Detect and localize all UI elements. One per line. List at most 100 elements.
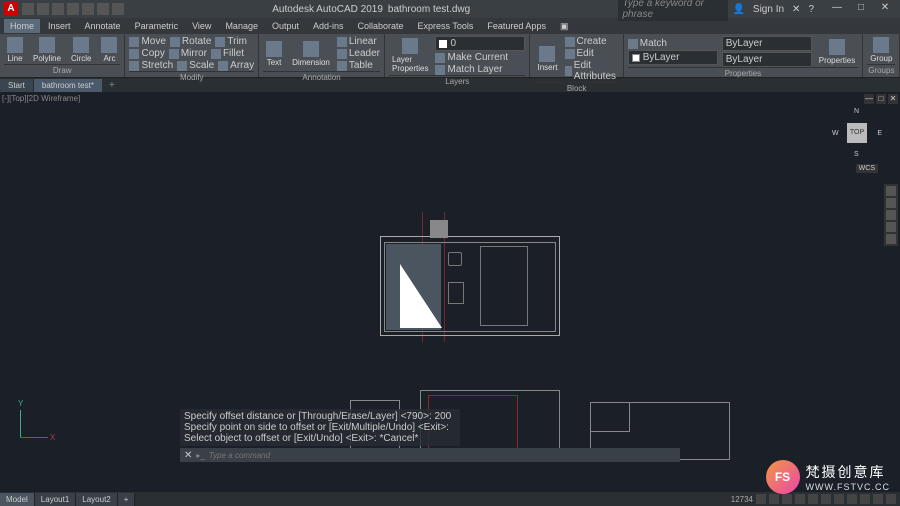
edit-attr-tool[interactable]: Edit Attributes [565, 60, 619, 82]
annotation-toggle-icon[interactable] [860, 494, 870, 504]
tab-home[interactable]: Home [4, 19, 40, 33]
tab-manage[interactable]: Manage [219, 19, 264, 33]
new-icon[interactable] [22, 3, 34, 15]
arc-tool[interactable]: Arc [98, 36, 120, 64]
redo-icon[interactable] [112, 3, 124, 15]
command-line[interactable]: ✕ ▸_ [180, 448, 680, 462]
tab-insert[interactable]: Insert [42, 19, 77, 33]
stretch-tool[interactable]: Stretch [129, 60, 173, 71]
lineweight-toggle-icon[interactable] [821, 494, 831, 504]
maximize-button[interactable]: □ [850, 2, 872, 16]
tab-options-icon[interactable]: ▣ [554, 19, 575, 34]
ortho-toggle-icon[interactable] [782, 494, 792, 504]
drawing-viewport[interactable]: [-][Top][2D Wireframe] — □ ✕ N S E W TOP… [0, 92, 900, 478]
undo-icon[interactable] [97, 3, 109, 15]
panel-title-properties[interactable]: Properties [628, 67, 858, 78]
panel-title-layers[interactable]: Layers [389, 75, 525, 86]
trim-tool[interactable]: Trim [215, 36, 247, 47]
tab-layout1[interactable]: Layout1 [35, 493, 76, 506]
panel-title-annotation[interactable]: Annotation [263, 71, 380, 82]
tab-express[interactable]: Express Tools [412, 19, 480, 33]
match-tool[interactable]: Match [628, 38, 718, 49]
viewcube-n[interactable]: N [854, 108, 859, 115]
circle-tool[interactable]: Circle [68, 36, 94, 64]
tab-featured[interactable]: Featured Apps [481, 19, 552, 33]
viewcube-w[interactable]: W [832, 130, 839, 137]
polar-toggle-icon[interactable] [795, 494, 805, 504]
transparency-toggle-icon[interactable] [834, 494, 844, 504]
open-icon[interactable] [37, 3, 49, 15]
color-combo[interactable]: ByLayer [628, 50, 718, 65]
tab-model[interactable]: Model [0, 493, 35, 506]
viewcube-e[interactable]: E [877, 130, 882, 137]
fillet-tool[interactable]: Fillet [211, 48, 244, 59]
viewport-label[interactable]: [-][Top][2D Wireframe] [2, 94, 80, 103]
workspace-icon[interactable] [873, 494, 883, 504]
panel-title-draw[interactable]: Draw [4, 64, 120, 75]
tab-layout2[interactable]: Layout2 [76, 493, 117, 506]
properties-tool[interactable]: Properties [816, 38, 858, 66]
wcs-label[interactable]: WCS [856, 164, 878, 173]
tab-annotate[interactable]: Annotate [79, 19, 127, 33]
osnap-toggle-icon[interactable] [808, 494, 818, 504]
array-tool[interactable]: Array [218, 60, 254, 71]
scale-tool[interactable]: Scale [177, 60, 214, 71]
tab-output[interactable]: Output [266, 19, 305, 33]
signin-label[interactable]: Sign In [753, 4, 784, 15]
panel-title-groups[interactable]: Groups [867, 64, 895, 75]
exchange-icon[interactable]: ✕ [792, 4, 800, 15]
fullnav-icon[interactable] [886, 186, 896, 196]
saveas-icon[interactable] [67, 3, 79, 15]
make-current-tool[interactable]: Make Current [435, 52, 525, 63]
tab-view[interactable]: View [186, 19, 217, 33]
polyline-tool[interactable]: Polyline [30, 36, 64, 64]
pan-icon[interactable] [886, 198, 896, 208]
dimension-tool[interactable]: Dimension [289, 40, 333, 68]
copy-tool[interactable]: Copy [129, 48, 164, 59]
leader-tool[interactable]: Leader [337, 48, 380, 59]
panel-title-modify[interactable]: Modify [129, 71, 254, 82]
tab-layout-add[interactable]: + [118, 493, 136, 506]
app-logo[interactable]: A [4, 2, 18, 16]
mirror-tool[interactable]: Mirror [169, 48, 207, 59]
tab-addins[interactable]: Add-ins [307, 19, 350, 33]
linear-tool[interactable]: Linear [337, 36, 380, 47]
snap-toggle-icon[interactable] [769, 494, 779, 504]
close-button[interactable]: ✕ [874, 2, 896, 16]
tab-parametric[interactable]: Parametric [129, 19, 185, 33]
viewcube-s[interactable]: S [854, 151, 859, 158]
cmd-close-icon[interactable]: ✕ [184, 450, 192, 461]
vp-close-icon[interactable]: ✕ [888, 94, 898, 104]
save-icon[interactable] [52, 3, 64, 15]
plot-icon[interactable] [82, 3, 94, 15]
help-icon[interactable]: ? [808, 4, 814, 15]
text-tool[interactable]: Text [263, 40, 285, 68]
orbit-icon[interactable] [886, 222, 896, 232]
vp-maximize-icon[interactable]: □ [876, 94, 886, 104]
edit-block-tool[interactable]: Edit [565, 48, 619, 59]
signin-icon[interactable]: 👤 [732, 4, 744, 15]
layer-combo[interactable]: 0 [435, 36, 525, 51]
help-search[interactable]: Type a keyword or phrase [618, 0, 728, 21]
rotate-tool[interactable]: Rotate [170, 36, 211, 47]
cycling-toggle-icon[interactable] [847, 494, 857, 504]
tab-collaborate[interactable]: Collaborate [352, 19, 410, 33]
linetype-combo[interactable]: ByLayer [722, 36, 812, 51]
vp-minimize-icon[interactable]: — [864, 94, 874, 104]
lineweight-combo[interactable]: ByLayer [722, 52, 812, 67]
filetab-current[interactable]: bathroom test* [34, 79, 102, 92]
grid-toggle-icon[interactable] [756, 494, 766, 504]
clean-screen-icon[interactable] [886, 494, 896, 504]
viewcube-top[interactable]: TOP [847, 123, 867, 143]
table-tool[interactable]: Table [337, 60, 380, 71]
insert-tool[interactable]: Insert [534, 45, 560, 73]
create-block-tool[interactable]: Create [565, 36, 619, 47]
command-input[interactable] [209, 451, 676, 460]
filetab-new-icon[interactable]: + [103, 78, 121, 93]
group-tool[interactable]: Group [867, 36, 895, 64]
match-layer-tool[interactable]: Match Layer [435, 64, 525, 75]
viewcube[interactable]: N S E W TOP [832, 108, 882, 158]
line-tool[interactable]: Line [4, 36, 26, 64]
minimize-button[interactable]: — [826, 2, 848, 16]
zoom-icon[interactable] [886, 210, 896, 220]
